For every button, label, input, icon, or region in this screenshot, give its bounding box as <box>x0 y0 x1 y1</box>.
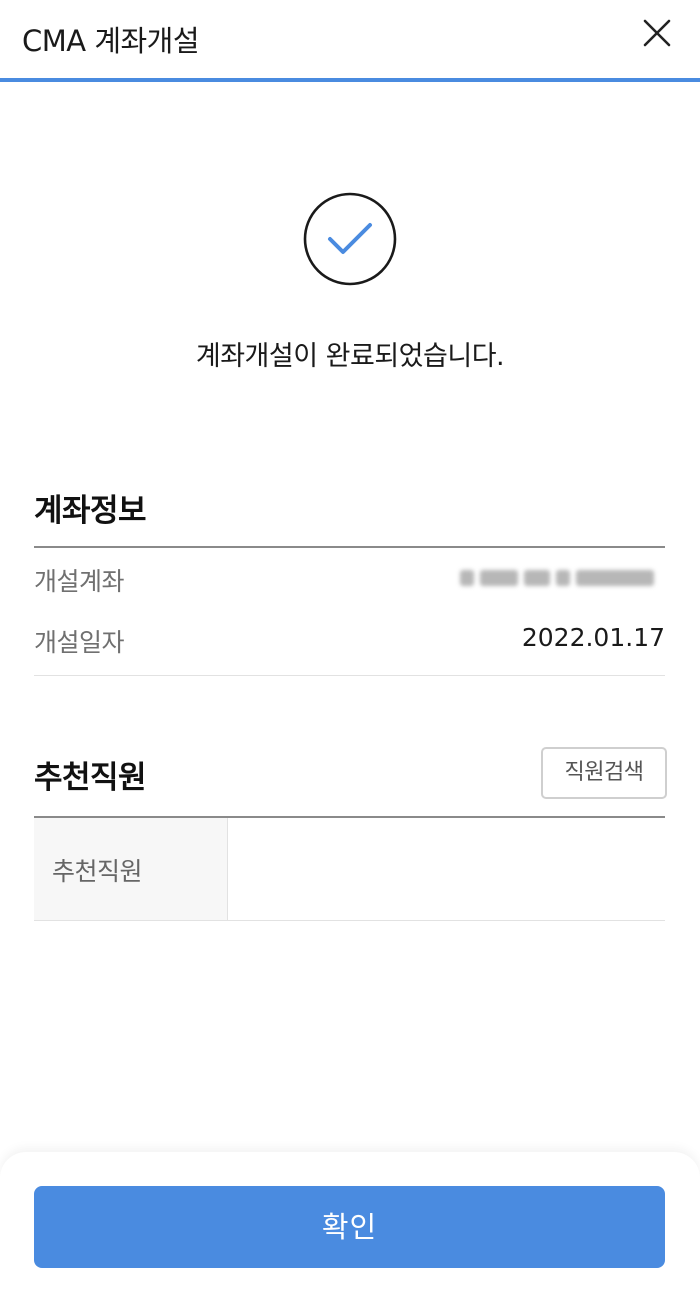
bottom-action-bar: 확인 <box>0 1152 700 1296</box>
header: CMA 계좌개설 <box>0 0 700 82</box>
account-info-title: 계좌정보 <box>34 493 147 529</box>
opened-date-value: 2022.01.17 <box>521 623 665 652</box>
confirm-button[interactable]: 확인 <box>34 1186 665 1268</box>
opened-account-label: 개설계좌 <box>34 567 125 596</box>
account-opened-screen: CMA 계좌개설 계좌개설이 완료되었습니다. 계좌정보 개설계좌 개설일자 2… <box>0 0 700 1296</box>
referrer-label-cell: 추천직원 <box>34 818 228 920</box>
close-button[interactable] <box>642 18 672 48</box>
account-info-divider <box>34 546 665 548</box>
referrer-field-label: 추천직원 <box>52 857 143 886</box>
referrer-table: 추천직원 <box>34 818 665 920</box>
close-icon <box>643 19 671 47</box>
referrer-value-field[interactable] <box>228 818 665 920</box>
page-title: CMA 계좌개설 <box>22 24 200 58</box>
header-divider <box>0 78 700 82</box>
employee-search-button[interactable]: 직원검색 <box>541 747 667 799</box>
account-info-bottom-divider <box>34 675 665 676</box>
referrer-title: 추천직원 <box>34 760 147 796</box>
opened-date-label: 개설일자 <box>34 628 125 657</box>
check-circle-icon <box>303 192 397 286</box>
completion-message: 계좌개설이 완료되었습니다. <box>195 341 505 372</box>
referrer-bottom-divider <box>34 920 665 921</box>
opened-account-value-masked <box>460 565 665 591</box>
